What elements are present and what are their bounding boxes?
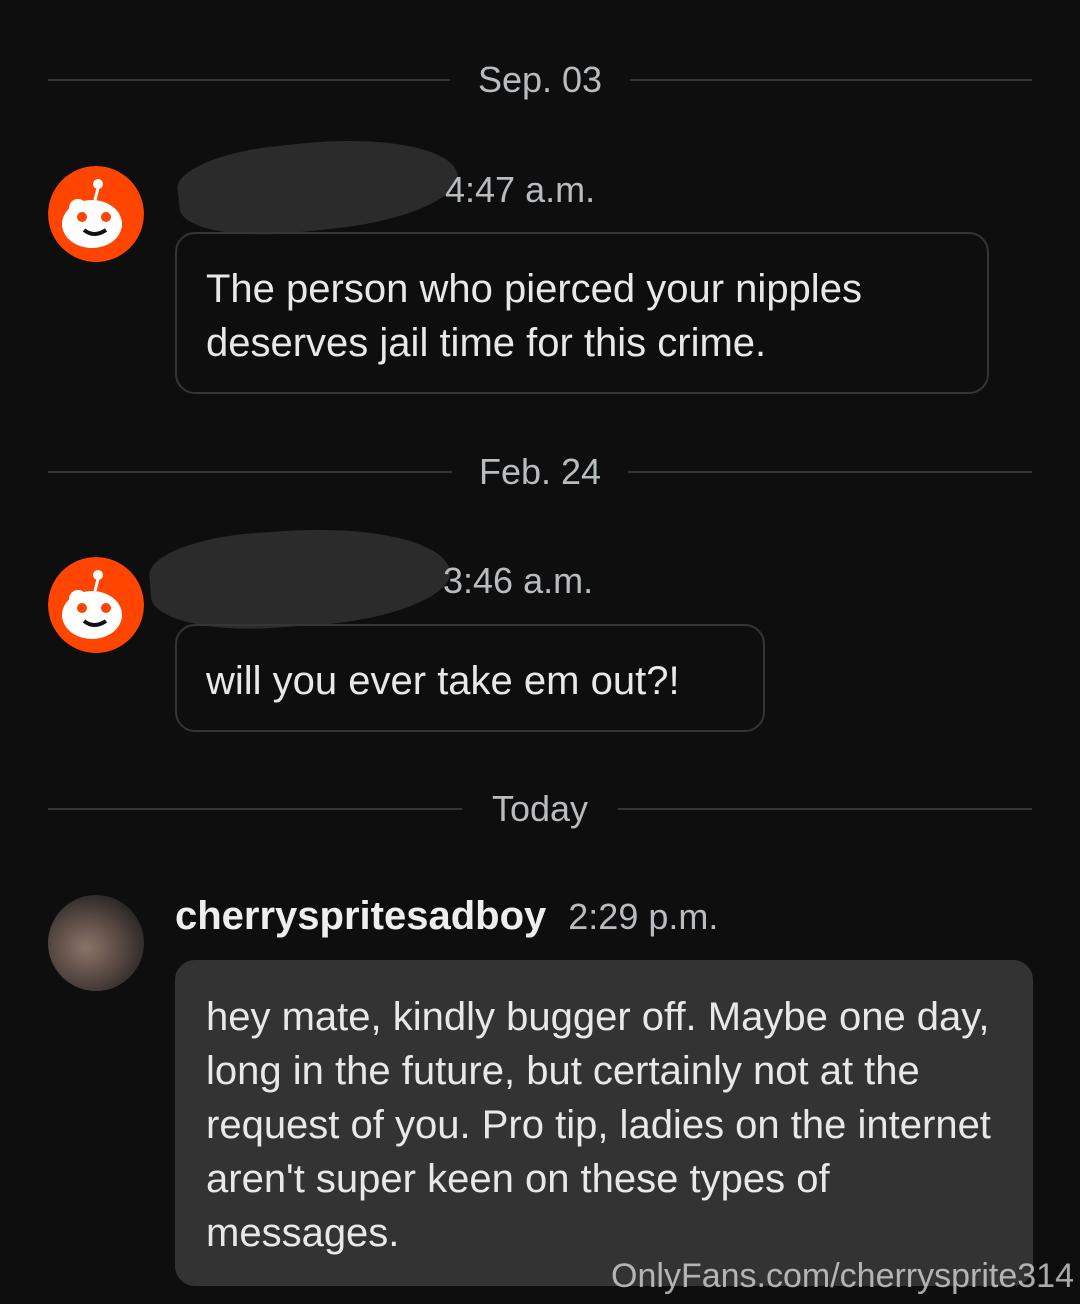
timestamp: 2:29 p.m. xyxy=(568,896,719,937)
message-bubble: The person who pierced your nipples dese… xyxy=(175,232,989,394)
message-text: will you ever take em out?! xyxy=(206,659,680,703)
message-bubble: hey mate, kindly bugger off. Maybe one d… xyxy=(175,960,1033,1286)
date-separator: Feb. 24 xyxy=(48,452,1032,492)
message-text: hey mate, kindly bugger off. Maybe one d… xyxy=(206,995,991,1255)
date-separator: Sep. 03 xyxy=(48,60,1032,100)
watermark: OnlyFans.com/cherrysprite314 xyxy=(611,1257,1074,1295)
message-header: 3:46 a.m. xyxy=(443,558,593,602)
divider xyxy=(628,471,1032,473)
user-avatar[interactable] xyxy=(48,895,144,991)
message-bubble: will you ever take em out?! xyxy=(175,624,765,732)
message-text: The person who pierced your nipples dese… xyxy=(206,267,862,365)
date-separator: Today xyxy=(48,789,1032,829)
snoo-avatar-icon[interactable] xyxy=(48,557,144,653)
message-header: 4:47 a.m. xyxy=(445,167,595,211)
divider xyxy=(630,79,1032,81)
redacted-username-scribble xyxy=(147,519,453,637)
timestamp: 4:47 a.m. xyxy=(445,169,596,210)
chat-view: Sep. 03 4:47 a.m. The person who pierced… xyxy=(0,0,1080,1304)
message-header: cherryspritesadboy 2:29 p.m. xyxy=(175,894,718,938)
divider xyxy=(618,808,1032,810)
username[interactable]: cherryspritesadboy xyxy=(175,894,546,938)
snoo-avatar-icon[interactable] xyxy=(48,166,144,262)
redacted-username-scribble xyxy=(174,127,462,245)
timestamp: 3:46 a.m. xyxy=(443,560,594,601)
